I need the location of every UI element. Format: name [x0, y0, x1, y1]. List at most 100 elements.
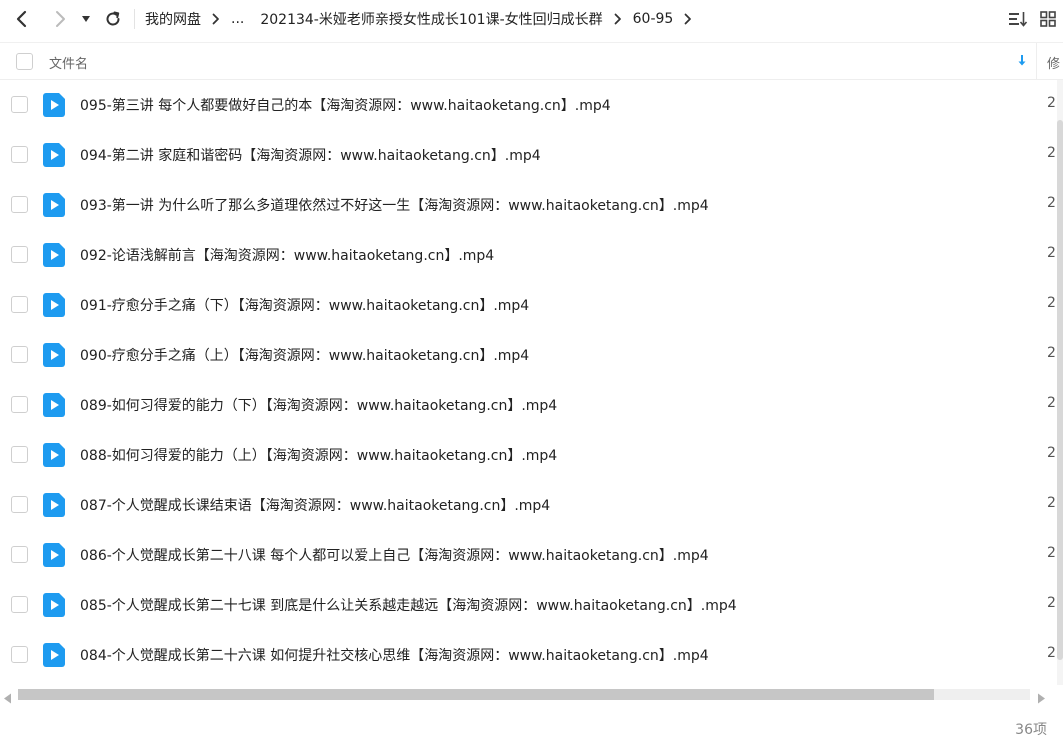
grid-view-icon	[1040, 10, 1056, 27]
select-all-checkbox[interactable]	[16, 53, 33, 70]
file-name: 091-疗愈分手之痛（下）【海淘资源网：www.haitaoketang.cn】…	[80, 298, 530, 314]
file-row-checkbox[interactable]	[11, 346, 28, 363]
breadcrumb-separator-icon	[684, 13, 692, 25]
column-header: 文件名 修	[0, 42, 1063, 80]
column-header-name[interactable]: 文件名	[49, 53, 88, 72]
chevron-left-icon	[16, 10, 27, 27]
file-modified-date: 2	[1047, 95, 1056, 111]
video-file-icon	[43, 593, 65, 621]
sort-descending-icon[interactable]	[1017, 54, 1027, 71]
file-row[interactable]: 089-如何习得爱的能力（下）【海淘资源网：www.haitaoketang.c…	[0, 380, 1063, 430]
video-file-icon	[43, 643, 65, 671]
file-name: 090-疗愈分手之痛（上）【海淘资源网：www.haitaoketang.cn】…	[80, 348, 530, 364]
file-row[interactable]: 087-个人觉醒成长课结束语【海淘资源网：www.haitaoketang.cn…	[0, 480, 1063, 530]
file-row-checkbox[interactable]	[11, 96, 28, 113]
file-row[interactable]: 090-疗愈分手之痛（上）【海淘资源网：www.haitaoketang.cn】…	[0, 330, 1063, 380]
file-row[interactable]: 095-第三讲 每个人都要做好自己的本【海淘资源网：www.haitaoketa…	[0, 80, 1063, 130]
grid-view-button[interactable]	[1033, 0, 1063, 37]
file-row[interactable]: 094-第二讲 家庭和谐密码【海淘资源网：www.haitaoketang.cn…	[0, 130, 1063, 180]
file-modified-date: 2	[1047, 545, 1056, 561]
video-file-icon	[43, 193, 65, 221]
horizontal-scrollbar[interactable]	[0, 686, 1063, 704]
video-file-icon	[43, 443, 65, 471]
breadcrumb-separator-icon	[212, 13, 220, 25]
file-row-checkbox[interactable]	[11, 646, 28, 663]
file-row-checkbox[interactable]	[11, 546, 28, 563]
file-name: 087-个人觉醒成长课结束语【海淘资源网：www.haitaoketang.cn…	[80, 498, 551, 514]
toolbar-divider	[134, 8, 135, 29]
video-file-icon	[43, 143, 65, 171]
file-row-checkbox[interactable]	[11, 246, 28, 263]
back-button[interactable]	[0, 0, 44, 37]
file-row[interactable]: 086-个人觉醒成长第二十八课 每个人都可以爱上自己【海淘资源网：www.hai…	[0, 530, 1063, 580]
file-list: 095-第三讲 每个人都要做好自己的本【海淘资源网：www.haitaoketa…	[0, 80, 1063, 685]
file-row-checkbox[interactable]	[11, 446, 28, 463]
chevron-right-icon	[56, 10, 65, 27]
file-row-checkbox[interactable]	[11, 396, 28, 413]
column-divider[interactable]	[1036, 43, 1037, 80]
file-row[interactable]: 088-如何习得爱的能力（上）【海淘资源网：www.haitaoketang.c…	[0, 430, 1063, 480]
view-controls	[1003, 0, 1063, 37]
file-name: 094-第二讲 家庭和谐密码【海淘资源网：www.haitaoketang.cn…	[80, 148, 541, 164]
file-row[interactable]: 084-个人觉醒成长第二十六课 如何提升社交核心思维【海淘资源网：www.hai…	[0, 630, 1063, 680]
file-modified-date: 2	[1047, 495, 1056, 511]
history-dropdown-button[interactable]	[76, 0, 96, 37]
video-file-icon	[43, 343, 65, 371]
horizontal-scrollbar-thumb[interactable]	[18, 689, 934, 700]
status-bar: 36项	[0, 708, 1063, 750]
sort-order-button[interactable]	[1003, 0, 1033, 37]
file-name: 086-个人觉醒成长第二十八课 每个人都可以爱上自己【海淘资源网：www.hai…	[80, 548, 709, 564]
navigation-bar: 我的网盘 ... 202134-米娅老师亲授女性成长101课-女性回归成长群 6…	[0, 0, 1063, 37]
sort-list-icon	[1009, 11, 1028, 27]
breadcrumb-item-current-folder[interactable]: 60-95	[633, 11, 674, 27]
vertical-scrollbar[interactable]	[1057, 80, 1063, 685]
file-name: 088-如何习得爱的能力（上）【海淘资源网：www.haitaoketang.c…	[80, 448, 558, 464]
column-header-modified[interactable]: 修	[1047, 53, 1060, 72]
scroll-left-arrow-icon[interactable]	[3, 689, 12, 708]
file-name: 093-第一讲 为什么听了那么多道理依然过不好这一生【海淘资源网：www.hai…	[80, 198, 709, 214]
file-row[interactable]: 091-疗愈分手之痛（下）【海淘资源网：www.haitaoketang.cn】…	[0, 280, 1063, 330]
file-row[interactable]: 093-第一讲 为什么听了那么多道理依然过不好这一生【海淘资源网：www.hai…	[0, 180, 1063, 230]
horizontal-scrollbar-track[interactable]	[18, 689, 1030, 700]
file-row-checkbox[interactable]	[11, 296, 28, 313]
file-browser-window: 我的网盘 ... 202134-米娅老师亲授女性成长101课-女性回归成长群 6…	[0, 0, 1063, 750]
file-modified-date: 2	[1047, 295, 1056, 311]
file-modified-date: 2	[1047, 645, 1056, 661]
file-name: 084-个人觉醒成长第二十六课 如何提升社交核心思维【海淘资源网：www.hai…	[80, 648, 709, 664]
breadcrumb-item-ellipsis[interactable]: ...	[231, 11, 244, 27]
file-name: 095-第三讲 每个人都要做好自己的本【海淘资源网：www.haitaoketa…	[80, 98, 611, 114]
vertical-scrollbar-thumb[interactable]	[1057, 120, 1063, 660]
breadcrumb: 我的网盘 ... 202134-米娅老师亲授女性成长101课-女性回归成长群 6…	[145, 9, 1063, 29]
forward-button[interactable]	[44, 0, 76, 37]
item-count: 36项	[1015, 722, 1047, 738]
video-file-icon	[43, 393, 65, 421]
video-file-icon	[43, 243, 65, 271]
refresh-icon	[106, 11, 120, 25]
file-row-checkbox[interactable]	[11, 196, 28, 213]
file-modified-date: 2	[1047, 595, 1056, 611]
file-row-checkbox[interactable]	[11, 146, 28, 163]
file-modified-date: 2	[1047, 245, 1056, 261]
file-name: 092-论语浅解前言【海淘资源网：www.haitaoketang.cn】.mp…	[80, 248, 495, 264]
file-name: 085-个人觉醒成长第二十七课 到底是什么让关系越走越远【海淘资源网：www.h…	[80, 598, 737, 614]
file-modified-date: 2	[1047, 445, 1056, 461]
breadcrumb-separator-icon	[614, 13, 622, 25]
file-row[interactable]: 085-个人觉醒成长第二十七课 到底是什么让关系越走越远【海淘资源网：www.h…	[0, 580, 1063, 630]
video-file-icon	[43, 543, 65, 571]
caret-down-icon	[82, 15, 90, 22]
file-modified-date: 2	[1047, 195, 1056, 211]
breadcrumb-item-root[interactable]: 我的网盘	[145, 9, 201, 29]
file-row-checkbox[interactable]	[11, 496, 28, 513]
file-row-checkbox[interactable]	[11, 596, 28, 613]
video-file-icon	[43, 293, 65, 321]
video-file-icon	[43, 493, 65, 521]
scroll-right-arrow-icon[interactable]	[1037, 689, 1046, 708]
refresh-button[interactable]	[96, 0, 130, 37]
file-modified-date: 2	[1047, 145, 1056, 161]
file-name: 089-如何习得爱的能力（下）【海淘资源网：www.haitaoketang.c…	[80, 398, 558, 414]
file-modified-date: 2	[1047, 395, 1056, 411]
file-modified-date: 2	[1047, 345, 1056, 361]
file-row[interactable]: 092-论语浅解前言【海淘资源网：www.haitaoketang.cn】.mp…	[0, 230, 1063, 280]
breadcrumb-item-course-folder[interactable]: 202134-米娅老师亲授女性成长101课-女性回归成长群	[260, 9, 602, 29]
video-file-icon	[43, 93, 65, 121]
